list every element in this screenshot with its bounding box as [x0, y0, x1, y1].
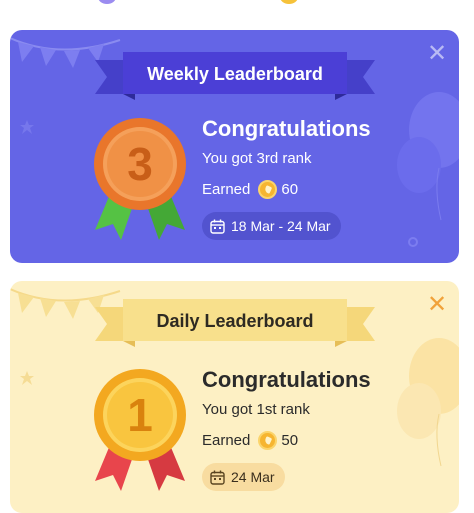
medal-number: 3: [127, 138, 153, 190]
weekly-leaderboard-card: ✕ Weekly Leaderboard 3 Congratulations Y…: [10, 30, 459, 263]
earned-label: Earned: [202, 180, 251, 198]
close-icon[interactable]: ✕: [427, 42, 447, 66]
weekly-title-ribbon: Weekly Leaderboard: [95, 48, 375, 100]
daily-leaderboard-title: Daily Leaderboard: [156, 311, 314, 331]
balloons-decoration: [397, 92, 459, 221]
gold-medal-icon: 1: [85, 363, 195, 493]
daily-leaderboard-card: ✕ Daily Leaderboard 1 Congratulations Yo…: [10, 281, 459, 513]
star-decoration: [20, 120, 34, 134]
daily-title-ribbon: Daily Leaderboard: [95, 295, 375, 347]
medal-number: 1: [127, 389, 153, 441]
coin-icon: [258, 430, 278, 450]
rank-text: You got 1st rank: [202, 401, 310, 418]
weekly-leaderboard-title: Weekly Leaderboard: [147, 64, 323, 84]
weekly-info: Congratulations You got 3rd rank Earned …: [202, 116, 371, 240]
top-decoration-purple: [98, 0, 116, 4]
dot-decoration: [408, 237, 418, 247]
earned-points: 60: [281, 180, 299, 198]
earned-row: Earned 60: [202, 178, 371, 200]
earned-label: Earned: [202, 431, 251, 449]
calendar-icon: [210, 219, 225, 234]
date-text: 24 Mar: [231, 469, 275, 485]
balloons-decoration: [397, 338, 459, 467]
date-badge: 24 Mar: [202, 463, 285, 491]
daily-info: Congratulations You got 1st rank Earned …: [202, 367, 371, 491]
congratulations-heading: Congratulations: [202, 116, 371, 141]
star-decoration: [20, 371, 34, 385]
earned-row: Earned 50: [202, 429, 371, 451]
earned-points: 50: [281, 431, 299, 449]
date-range-badge: 18 Mar - 24 Mar: [202, 212, 341, 240]
top-decoration-yellow: [280, 0, 298, 4]
calendar-icon: [210, 470, 225, 485]
congratulations-heading: Congratulations: [202, 367, 371, 392]
bronze-medal-icon: 3: [85, 112, 195, 242]
coin-icon: [258, 179, 278, 199]
close-icon[interactable]: ✕: [427, 293, 447, 317]
rank-text: You got 3rd rank: [202, 150, 312, 167]
date-range-text: 18 Mar - 24 Mar: [231, 218, 331, 234]
